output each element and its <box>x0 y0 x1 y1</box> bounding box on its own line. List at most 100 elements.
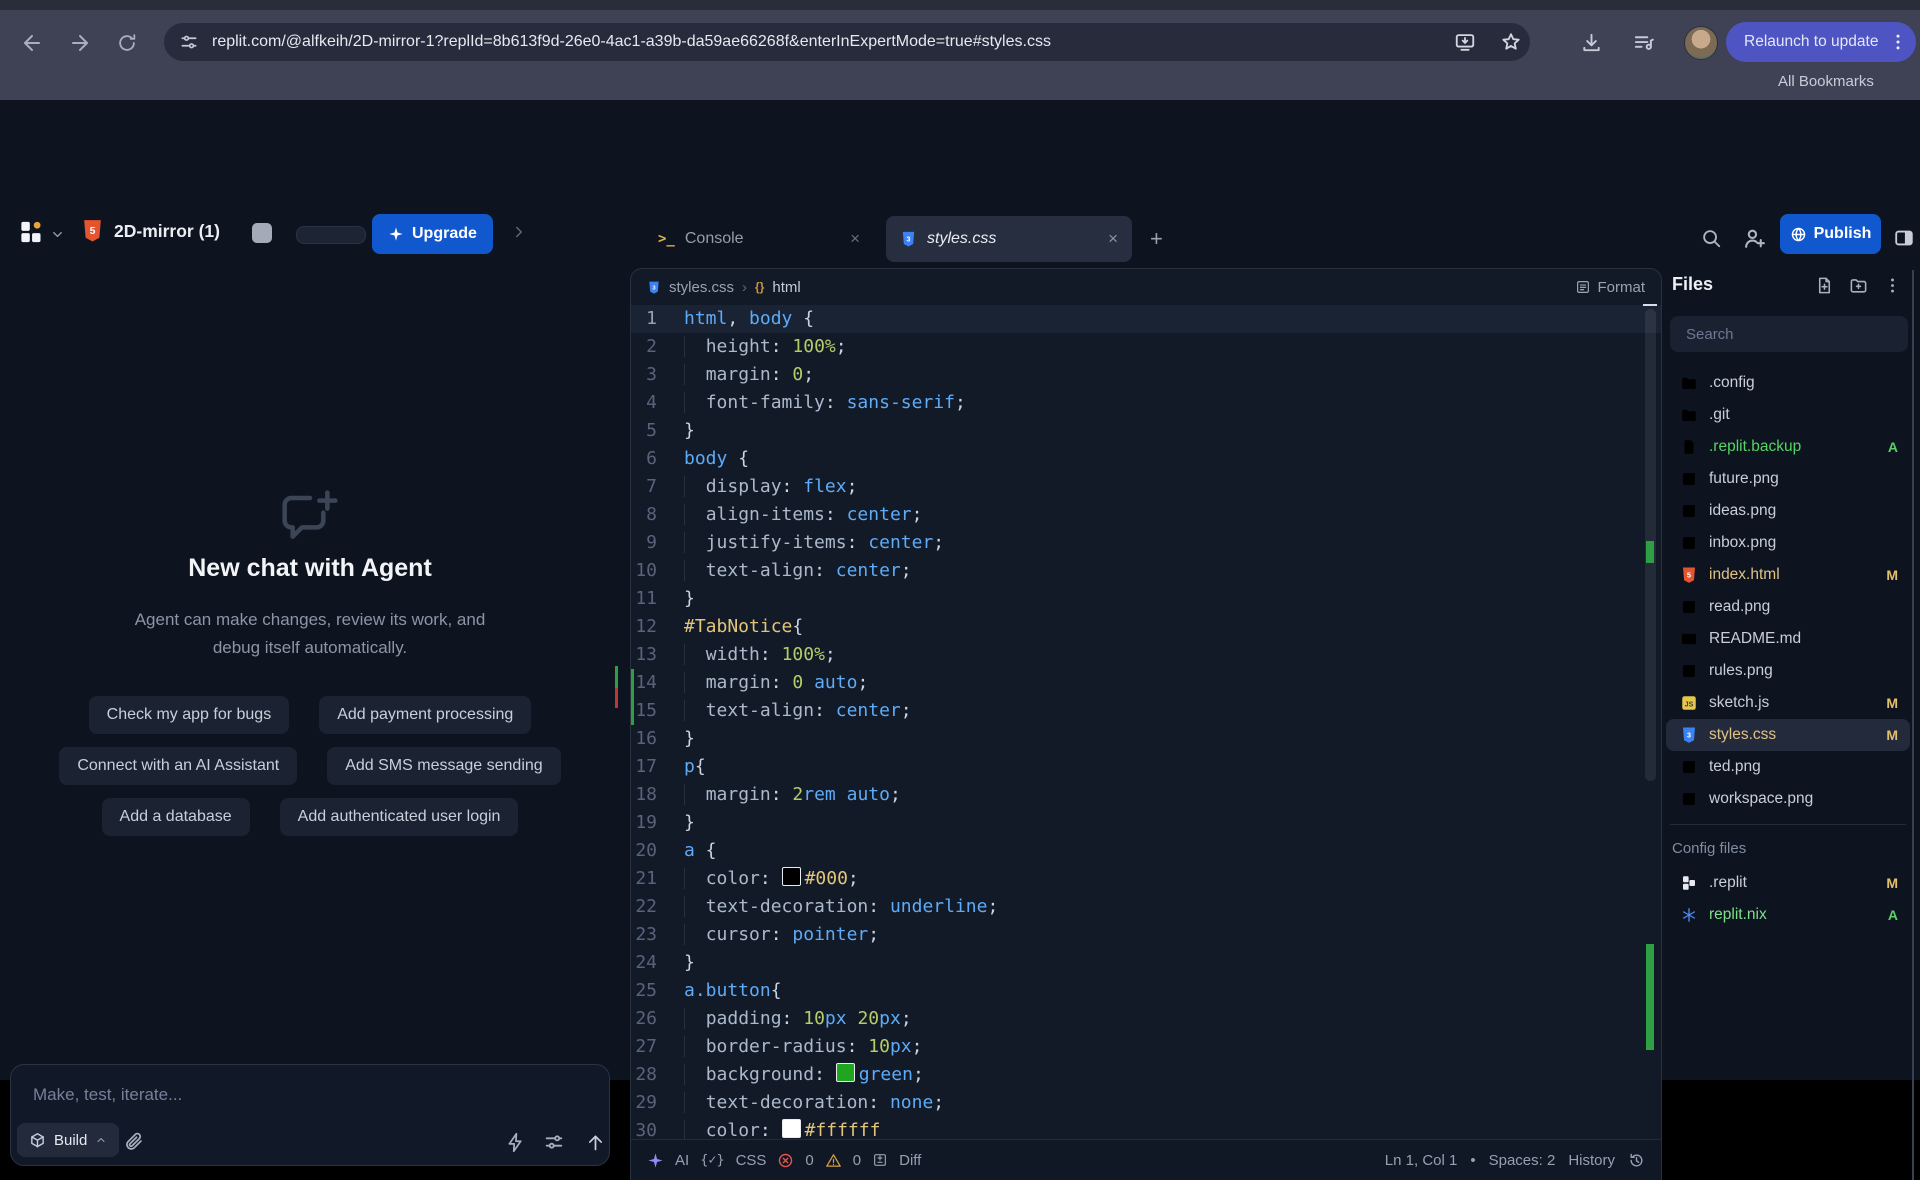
file-item-future.png[interactable]: future.png <box>1666 463 1910 495</box>
file-item-README.md[interactable]: README.md <box>1666 623 1910 655</box>
code-line[interactable]: 12#TabNotice{ <box>631 613 1661 641</box>
ai-icon[interactable] <box>647 1152 664 1169</box>
file-item-styles.css[interactable]: 3styles.cssM <box>1666 719 1910 751</box>
install-app-icon[interactable] <box>1454 31 1476 53</box>
breadcrumb-file[interactable]: styles.css <box>669 279 734 296</box>
code-line[interactable]: 4 font-family: sans-serif; <box>631 389 1661 417</box>
code-line[interactable]: 10 text-align: center; <box>631 557 1661 585</box>
errors-icon[interactable] <box>777 1152 794 1169</box>
code-line[interactable]: 27 border-radius: 10px; <box>631 1033 1661 1061</box>
new-tab-button[interactable]: + <box>1150 226 1163 252</box>
code-line[interactable]: 30 color: #ffffff <box>631 1117 1661 1140</box>
code-line[interactable]: 17p{ <box>631 753 1661 781</box>
code-line[interactable]: 9 justify-items: center; <box>631 529 1661 557</box>
code-line[interactable]: 1html, body { <box>631 305 1661 333</box>
build-mode-button[interactable]: Build <box>17 1123 119 1157</box>
code-line[interactable]: 28 background: green; <box>631 1061 1661 1089</box>
forward-icon[interactable] <box>68 31 92 55</box>
agent-suggestion-button[interactable]: Add authenticated user login <box>280 798 519 836</box>
code-line[interactable]: 15 text-align: center; <box>631 697 1661 725</box>
agent-suggestion-button[interactable]: Add SMS message sending <box>327 747 560 785</box>
format-button[interactable]: Format <box>1575 279 1645 296</box>
file-item-sketch.js[interactable]: JSsketch.jsM <box>1666 687 1910 719</box>
attach-file-icon[interactable] <box>123 1131 144 1152</box>
files-search-input[interactable]: Search <box>1670 316 1908 352</box>
code-line[interactable]: 18 margin: 2rem auto; <box>631 781 1661 809</box>
breadcrumb-node[interactable]: html <box>772 279 800 296</box>
quick-actions-icon[interactable] <box>505 1132 526 1153</box>
warning-count[interactable]: 0 <box>853 1152 861 1169</box>
file-item-ideas.png[interactable]: ideas.png <box>1666 495 1910 527</box>
send-prompt-icon[interactable] <box>585 1132 606 1153</box>
ai-label[interactable]: AI <box>675 1152 689 1169</box>
code-line[interactable]: 23 cursor: pointer; <box>631 921 1661 949</box>
error-count[interactable]: 0 <box>805 1152 813 1169</box>
code-line[interactable]: 26 padding: 10px 20px; <box>631 1005 1661 1033</box>
prompt-settings-icon[interactable] <box>543 1131 565 1153</box>
file-item-ted.png[interactable]: ted.png <box>1666 751 1910 783</box>
code-line[interactable]: 16} <box>631 725 1661 753</box>
diff-label[interactable]: Diff <box>899 1152 921 1169</box>
code-line[interactable]: 2 height: 100%; <box>631 333 1661 361</box>
file-item-.git[interactable]: .git <box>1666 399 1910 431</box>
downloads-icon[interactable] <box>1580 31 1603 54</box>
code-line[interactable]: 5} <box>631 417 1661 445</box>
back-icon[interactable] <box>20 31 44 55</box>
upgrade-button[interactable]: Upgrade <box>372 214 493 254</box>
file-item-replit.nix[interactable]: replit.nixA <box>1666 899 1910 931</box>
tab-styles-css[interactable]: 3 styles.css × <box>886 216 1132 262</box>
bookmark-star-icon[interactable] <box>1500 31 1522 53</box>
code-line[interactable]: 29 text-decoration: none; <box>631 1089 1661 1117</box>
agent-suggestion-button[interactable]: Check my app for bugs <box>89 696 290 734</box>
new-file-icon[interactable] <box>1815 276 1834 295</box>
profile-avatar[interactable] <box>1684 26 1718 60</box>
diff-icon[interactable] <box>872 1152 888 1168</box>
address-bar[interactable]: replit.com/@alfkeih/2D-mirror-1?replId=8… <box>164 23 1530 61</box>
file-item-index.html[interactable]: 5index.htmlM <box>1666 559 1910 591</box>
agent-suggestion-button[interactable]: Add a database <box>102 798 250 836</box>
history-icon[interactable] <box>1628 1152 1645 1169</box>
file-item-inbox.png[interactable]: inbox.png <box>1666 527 1910 559</box>
project-title[interactable]: 2D-mirror (1) <box>114 221 220 242</box>
code-line[interactable]: 8 align-items: center; <box>631 501 1661 529</box>
file-item-.replit[interactable]: .replitM <box>1666 867 1910 899</box>
code-lines[interactable]: 1html, body {2 height: 100%;3 margin: 0;… <box>631 305 1661 1140</box>
all-bookmarks-label[interactable]: All Bookmarks <box>1778 64 1874 100</box>
stop-button[interactable] <box>252 223 272 243</box>
code-line[interactable]: 11} <box>631 585 1661 613</box>
file-item-.config[interactable]: .config <box>1666 367 1910 399</box>
files-scrollbar[interactable] <box>1912 270 1914 1180</box>
code-line[interactable]: 13 width: 100%; <box>631 641 1661 669</box>
code-line[interactable]: 24} <box>631 949 1661 977</box>
close-console-tab-icon[interactable]: × <box>850 229 860 249</box>
relaunch-to-update-button[interactable]: Relaunch to update <box>1726 22 1916 62</box>
close-styles-tab-icon[interactable]: × <box>1108 229 1118 249</box>
code-line[interactable]: 21 color: #000; <box>631 865 1661 893</box>
code-line[interactable]: 14 margin: 0 auto; <box>631 669 1661 697</box>
header-expand-chevron-icon[interactable] <box>510 223 528 241</box>
spaces-setting[interactable]: Spaces: 2 <box>1489 1152 1556 1169</box>
code-editor[interactable]: 3 styles.css › {} html Format 1html, bod… <box>630 268 1662 1180</box>
agent-suggestion-button[interactable]: Add payment processing <box>319 696 531 734</box>
code-line[interactable]: 6body { <box>631 445 1661 473</box>
new-folder-icon[interactable] <box>1849 276 1868 295</box>
site-settings-icon[interactable] <box>179 32 199 52</box>
agent-prompt-box[interactable]: Make, test, iterate... Build <box>10 1064 610 1166</box>
url-text[interactable]: replit.com/@alfkeih/2D-mirror-1?replId=8… <box>212 23 1051 61</box>
file-item-rules.png[interactable]: rules.png <box>1666 655 1910 687</box>
warnings-icon[interactable] <box>825 1152 842 1169</box>
agent-suggestion-button[interactable]: Connect with an AI Assistant <box>59 747 297 785</box>
cursor-position[interactable]: Ln 1, Col 1 <box>1385 1152 1458 1169</box>
tab-console[interactable]: >_ Console × <box>644 216 874 262</box>
code-line[interactable]: 25a.button{ <box>631 977 1661 1005</box>
reload-icon[interactable] <box>116 32 138 54</box>
code-line[interactable]: 20a { <box>631 837 1661 865</box>
code-line[interactable]: 3 margin: 0; <box>631 361 1661 389</box>
media-controls-icon[interactable] <box>1632 31 1655 54</box>
replit-logo-icon[interactable] <box>18 219 45 246</box>
browser-menu-icon[interactable] <box>1888 32 1908 52</box>
file-item-read.png[interactable]: read.png <box>1666 591 1910 623</box>
file-item-workspace.png[interactable]: workspace.png <box>1666 783 1910 815</box>
code-line[interactable]: 19} <box>631 809 1661 837</box>
history-label[interactable]: History <box>1568 1152 1615 1169</box>
